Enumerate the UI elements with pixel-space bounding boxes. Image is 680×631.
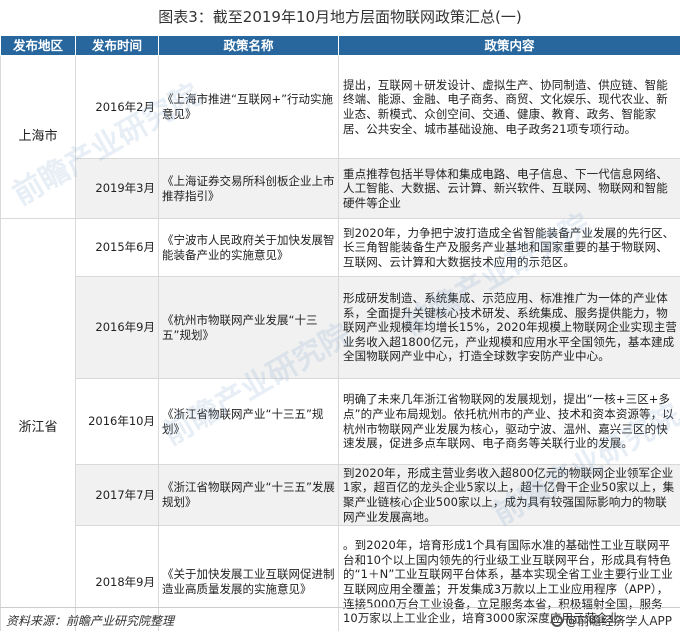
brand-label: @前瞻经济学人APP [565,614,672,628]
policy-name-cell: 《上海市推进“互联网+”行动实施意见》 [158,55,339,159]
footer: 资料来源：前瞻产业研究院整理 @前瞻经济学人APP [0,607,680,631]
policy-name-cell: 《上海证券交易所科创板企业上市推荐指引》 [158,158,339,219]
policy-table: 发布地区 发布时间 政策名称 政策内容 上海市 2016年2月 《上海市推进“互… [0,35,680,631]
region-cell: 上海市 [0,55,76,219]
brand-logo-icon [551,615,564,627]
source-note: 资料来源：前瞻产业研究院整理 [6,614,175,628]
date-cell: 2016年2月 [75,55,159,159]
table-row: 2019年3月 《上海证券交易所科创板企业上市推荐指引》 重点推荐包括半导体和集… [1,158,680,219]
header-date: 发布时间 [75,35,159,56]
date-cell: 2015年6月 [75,218,159,277]
table-header-row: 发布地区 发布时间 政策名称 政策内容 [0,35,680,56]
policy-content-cell: 明确了未来几年浙江省物联网的发展规划，提出“一核+三区+多点”的产业布局规划。依… [338,378,680,465]
date-cell: 2016年9月 [75,276,159,379]
table-row: 2016年9月 《杭州市物联网产业发展“十三五”规划》 形成研发制造、系统集成、… [1,276,680,379]
table-row: 浙江省 2015年6月 《宁波市人民政府关于加快发展智能装备产业的实施意见》 到… [0,218,680,631]
date-cell: 2019年3月 [75,158,159,219]
table-row: 上海市 2016年2月 《上海市推进“互联网+”行动实施意见》 提出，互联网＋研… [0,55,680,219]
policy-content-cell: 提出，互联网＋研发设计、虚拟生产、协同制造、供应链、智能终端、能源、金融、电子商… [338,55,680,159]
figure-title: 图表3：截至2019年10月地方层面物联网政策汇总(一) [158,8,522,26]
date-cell: 2016年10月 [75,378,159,465]
date-cell: 2017年7月 [75,464,159,526]
header-region: 发布地区 [0,35,76,56]
policy-content-cell: 形成研发制造、系统集成、示范应用、标准推广为一体的产业体系，全面提升关键核心技术… [338,276,680,379]
policy-name-cell: 《杭州市物联网产业发展“十三五”规划》 [158,276,339,379]
policy-content-cell: 到2020年，形成主营业务收入超800亿元的物联网企业领军企业1家，超百亿的龙头… [338,464,680,526]
region-cell: 浙江省 [0,218,76,631]
header-policy-name: 政策名称 [158,35,339,56]
policy-name-cell: 《宁波市人民政府关于加快发展智能装备产业的实施意见》 [158,218,339,277]
header-policy-content: 政策内容 [338,35,680,56]
table-row: 2017年7月 《浙江省物联网产业“十三五”发展规划》 到2020年，形成主营业… [1,464,680,526]
policy-name-cell: 《浙江省物联网产业“十三五”规划》 [158,378,339,465]
brand-credit: @前瞻经济学人APP [551,612,672,629]
policy-name-cell: 《浙江省物联网产业“十三五”发展规划》 [158,464,339,526]
policy-content-cell: 重点推荐包括半导体和集成电路、电子信息、下一代信息网络、人工智能、大数据、云计算… [338,158,680,219]
table-row: 2016年10月 《浙江省物联网产业“十三五”规划》 明确了未来几年浙江省物联网… [1,378,680,465]
policy-content-cell: 到2020年，力争把宁波打造成全省智能装备产业发展的先行区、长三角智能装备生产及… [338,218,680,277]
